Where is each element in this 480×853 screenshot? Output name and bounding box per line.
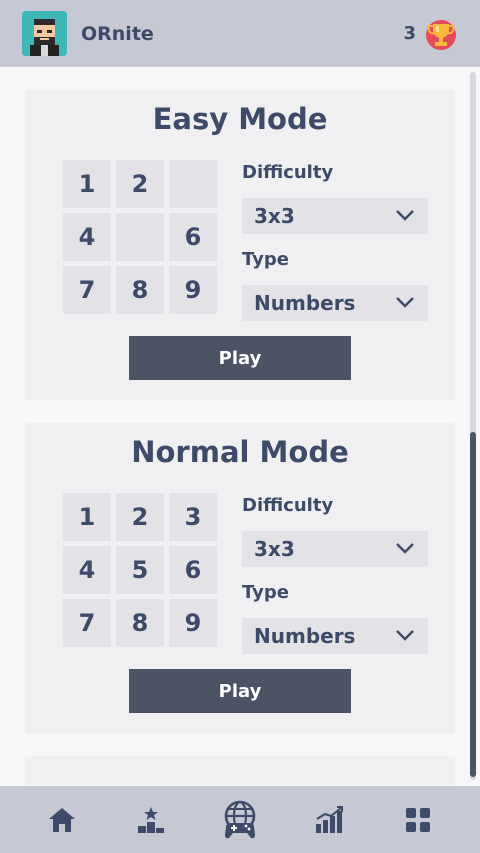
card-title: Normal Mode (131, 435, 349, 469)
chevron-down-icon (396, 543, 414, 554)
puzzle-tile: 1 (63, 493, 111, 541)
play-button[interactable]: Play (129, 336, 351, 380)
difficulty-value: 3x3 (254, 537, 295, 561)
puzzle-tile: 1 (63, 160, 111, 208)
puzzle-tile: 4 (63, 213, 111, 261)
type-select[interactable]: Numbers (242, 618, 428, 654)
card-title: Easy Mode (152, 102, 328, 136)
puzzle-tile: 4 (63, 546, 111, 594)
puzzle-tile: 2 (116, 493, 164, 541)
type-select[interactable]: Numbers (242, 285, 428, 321)
trophy-count: 3 (403, 23, 416, 44)
stats-icon (315, 805, 343, 833)
type-label: Type (242, 249, 289, 270)
play-button[interactable]: Play (129, 669, 351, 713)
difficulty-select[interactable]: 3x3 (242, 198, 428, 234)
puzzle-preview: 1 2 3 4 5 6 7 8 9 (63, 493, 217, 647)
puzzle-tile-empty (116, 213, 164, 261)
puzzle-tile-empty (169, 160, 217, 208)
nav-home[interactable] (34, 792, 90, 848)
difficulty-value: 3x3 (254, 204, 295, 228)
scrollbar-thumb[interactable] (470, 432, 476, 777)
puzzle-preview: 1 2 4 6 7 8 9 (63, 160, 217, 314)
type-value: Numbers (254, 291, 356, 315)
nav-leaderboard[interactable] (123, 792, 179, 848)
puzzle-tile: 6 (169, 546, 217, 594)
username: ORnite (81, 22, 154, 45)
puzzle-tile: 3 (169, 493, 217, 541)
online-game-icon (224, 800, 256, 838)
puzzle-tile: 7 (63, 266, 111, 314)
nav-menu[interactable] (390, 792, 446, 848)
score-area[interactable]: 3 (403, 17, 458, 51)
leaderboard-icon (138, 806, 165, 833)
puzzle-tile: 2 (116, 160, 164, 208)
chevron-down-icon (396, 297, 414, 308)
bottom-nav (0, 786, 480, 853)
puzzle-tile: 6 (169, 213, 217, 261)
mode-list[interactable]: Easy Mode 1 2 4 6 7 8 9 Difficulty 3x3 T… (0, 67, 480, 786)
difficulty-label: Difficulty (242, 495, 334, 516)
top-bar: ORnite 3 (0, 0, 480, 67)
chevron-down-icon (396, 210, 414, 221)
puzzle-tile: 8 (116, 266, 164, 314)
type-label: Type (242, 582, 289, 603)
trophy-icon[interactable] (424, 17, 458, 51)
puzzle-tile: 7 (63, 599, 111, 647)
menu-grid-icon (405, 807, 430, 832)
chevron-down-icon (396, 630, 414, 641)
mode-card-partial (25, 756, 455, 786)
avatar-icon[interactable] (22, 11, 67, 56)
difficulty-select[interactable]: 3x3 (242, 531, 428, 567)
puzzle-tile: 9 (169, 599, 217, 647)
home-icon (49, 807, 76, 832)
easy-mode-card: Easy Mode 1 2 4 6 7 8 9 Difficulty 3x3 T… (25, 90, 455, 400)
nav-stats[interactable] (301, 792, 357, 848)
puzzle-tile: 5 (116, 546, 164, 594)
type-value: Numbers (254, 624, 356, 648)
puzzle-tile: 8 (116, 599, 164, 647)
puzzle-tile: 9 (169, 266, 217, 314)
difficulty-label: Difficulty (242, 162, 334, 183)
normal-mode-card: Normal Mode 1 2 3 4 5 6 7 8 9 Difficulty… (25, 423, 455, 733)
nav-online[interactable] (212, 792, 268, 848)
